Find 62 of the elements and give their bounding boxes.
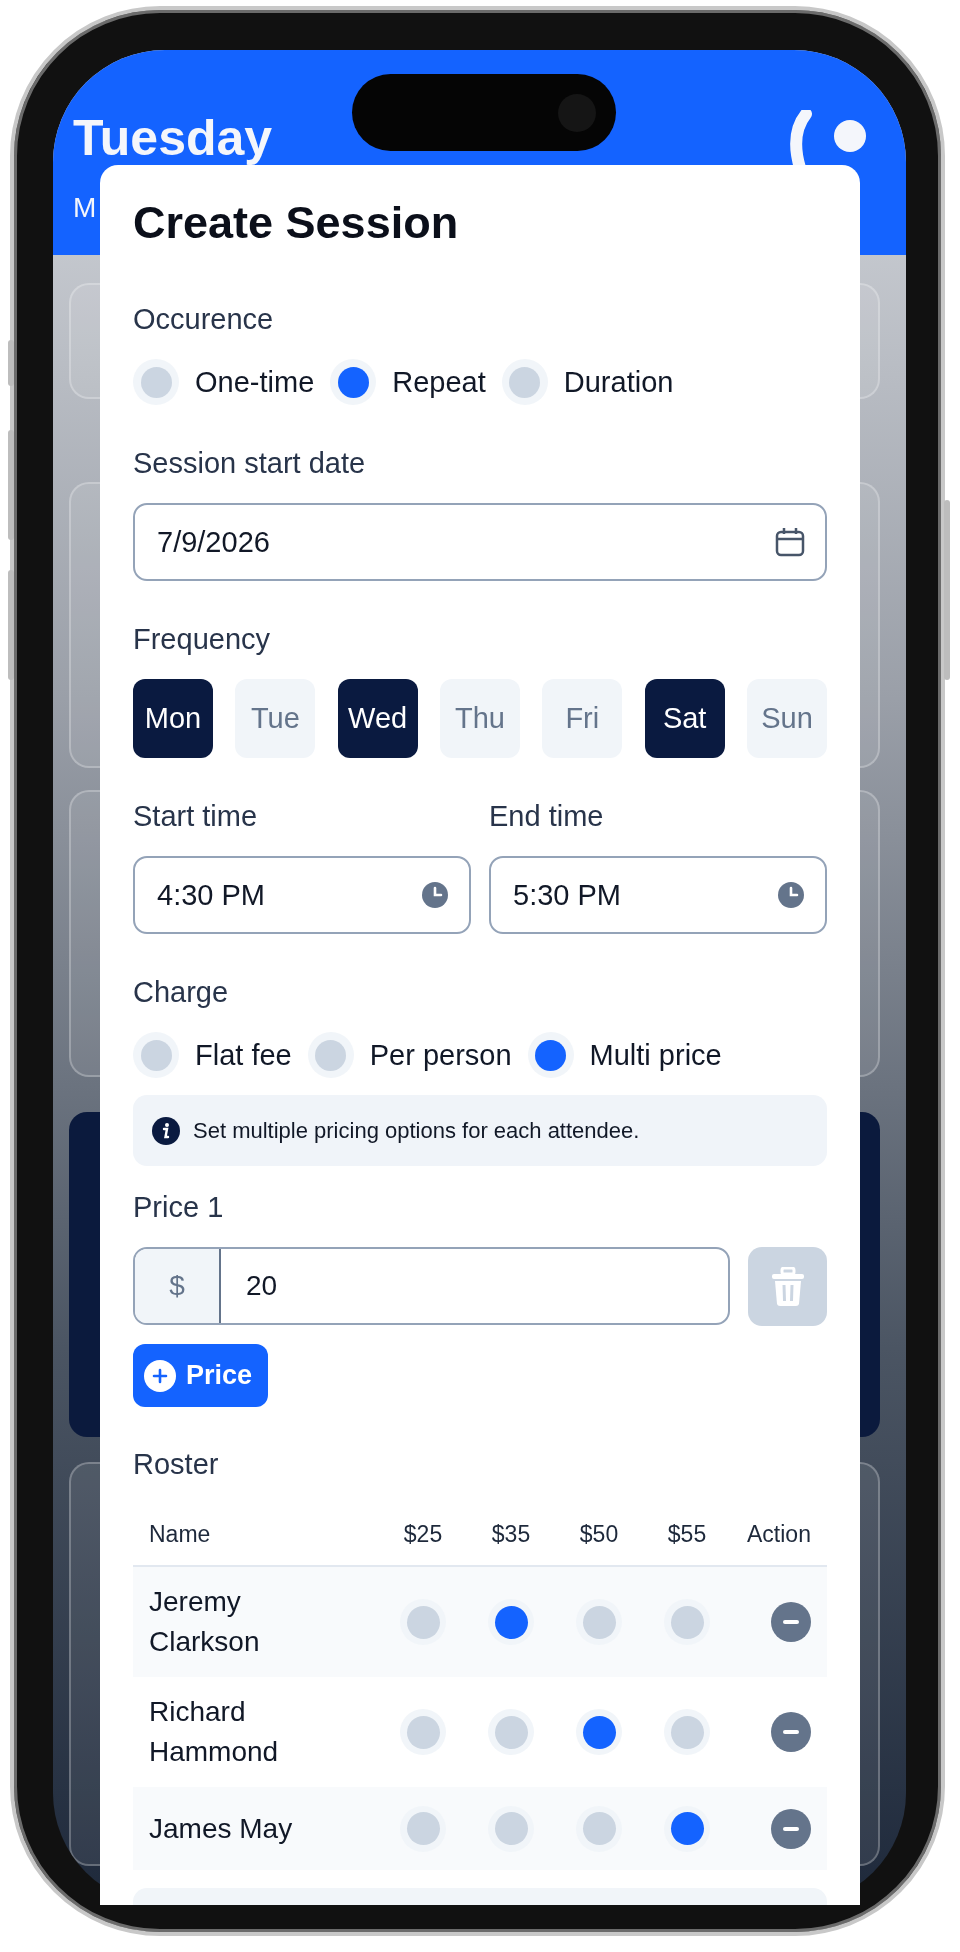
add-price-button[interactable]: Price — [133, 1344, 269, 1407]
day-toggle[interactable]: Sun — [746, 679, 827, 758]
attendee-name: Jeremy Clarkson — [149, 1585, 261, 1659]
price-radio[interactable] — [576, 1709, 622, 1755]
price-radio[interactable] — [576, 1599, 622, 1645]
remove-button[interactable] — [771, 1602, 811, 1642]
radio-option[interactable]: Per person — [307, 1032, 512, 1078]
remove-button[interactable] — [771, 1808, 811, 1849]
field-label: Start time — [133, 799, 259, 834]
radio-option[interactable]: Duration — [501, 359, 674, 405]
column-header: Name — [149, 1521, 211, 1548]
modal-title: Create Session — [133, 196, 460, 250]
clock-icon — [777, 881, 805, 909]
price-radio[interactable] — [664, 1709, 710, 1755]
day-toggle[interactable]: Mon — [133, 679, 213, 758]
column-header: $50 — [579, 1521, 619, 1548]
price-radio[interactable] — [400, 1599, 446, 1645]
price-radio[interactable] — [488, 1599, 534, 1645]
column-header: $25 — [403, 1521, 443, 1548]
radio-option[interactable]: Repeat — [330, 359, 486, 405]
day-toggle[interactable]: Sat — [644, 679, 725, 758]
attendee-name: Richard Hammond — [149, 1695, 280, 1769]
price-radio[interactable] — [664, 1805, 710, 1852]
date-field[interactable]: 7/9/2026 — [133, 503, 827, 581]
price-radio[interactable] — [664, 1599, 710, 1645]
price-radio[interactable] — [488, 1709, 534, 1755]
field-label: End time — [489, 799, 605, 834]
section-label: Roster — [133, 1447, 220, 1482]
radio-option[interactable]: Flat fee — [133, 1032, 292, 1078]
radio-option[interactable]: Multi price — [527, 1032, 722, 1078]
column-header: Action — [747, 1521, 811, 1548]
price-field[interactable]: $ 20 — [133, 1247, 730, 1325]
price-radio[interactable] — [400, 1709, 446, 1755]
date-subtitle: M — [73, 191, 97, 225]
time-field[interactable]: 5:30 PM — [489, 856, 827, 934]
field-label: Charge — [133, 975, 230, 1010]
time-field[interactable]: 4:30 PM — [133, 856, 471, 934]
plus-icon — [144, 1359, 176, 1392]
price-radio[interactable] — [576, 1805, 622, 1852]
attendee-name: James May — [149, 1811, 294, 1846]
day-toggle[interactable]: Tue — [235, 679, 316, 758]
price-radio[interactable] — [400, 1805, 446, 1852]
column-header: $35 — [491, 1521, 531, 1548]
day-title: Tuesday — [73, 112, 273, 164]
field-label: Price 1 — [133, 1190, 225, 1225]
field-label: Frequency — [133, 622, 271, 657]
delete-button[interactable] — [748, 1247, 827, 1326]
price-radio[interactable] — [488, 1805, 534, 1852]
trash-icon — [770, 1266, 805, 1307]
column-header: $55 — [667, 1521, 707, 1548]
clock-icon — [421, 881, 449, 909]
radio-option[interactable]: One-time — [133, 359, 315, 405]
field-label: Session start date — [133, 446, 367, 481]
calendar-icon — [775, 527, 805, 557]
day-toggle[interactable]: Thu — [440, 679, 520, 758]
info-icon — [151, 1115, 181, 1146]
info-text: Set multiple pricing options for each attendee. — [193, 1117, 640, 1144]
remove-button[interactable] — [771, 1712, 811, 1752]
currency-prefix: $ — [135, 1249, 221, 1323]
field-label: Occurence — [133, 302, 275, 337]
day-toggle[interactable]: Wed — [337, 679, 418, 758]
day-toggle[interactable]: Fri — [542, 679, 623, 758]
